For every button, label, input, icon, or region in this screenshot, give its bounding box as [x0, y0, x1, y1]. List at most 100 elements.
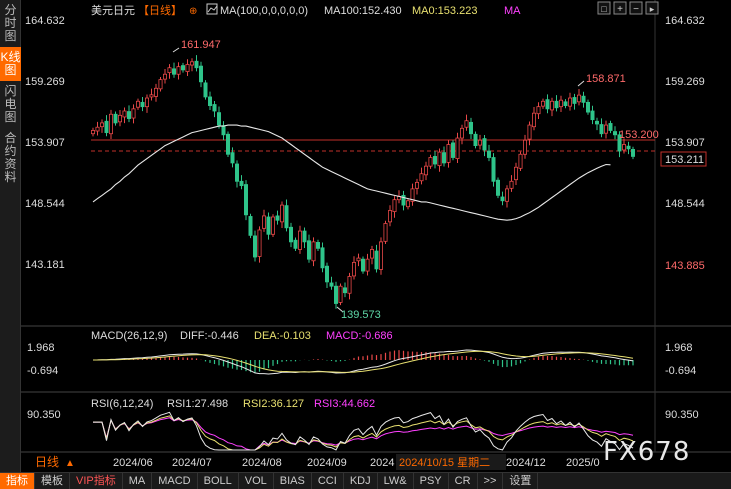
- candle-body: [599, 124, 604, 135]
- candle-body: [374, 250, 379, 270]
- candle-body: [275, 215, 280, 221]
- candle-body: [270, 216, 275, 235]
- current-annotation: 153.200: [619, 129, 659, 141]
- macd-right-top-tick: 1.968: [665, 342, 693, 354]
- tab-kdj[interactable]: KDJ: [344, 472, 378, 489]
- candle-body: [590, 110, 595, 121]
- candle-body: [302, 230, 307, 243]
- kline-chart[interactable]: 美元日元 【日线】 ⊕ MA(100,0,0,0,0,0) MA100:152.…: [21, 0, 731, 472]
- candle-body: [257, 229, 262, 257]
- candle-body: [234, 163, 239, 182]
- candle-body: [563, 101, 568, 106]
- candle-body: [500, 196, 505, 202]
- tab-bias[interactable]: BIAS: [274, 472, 312, 489]
- candle-body: [320, 247, 325, 269]
- tab-templates[interactable]: 模板: [35, 472, 70, 489]
- chart-area[interactable]: 美元日元 【日线】 ⊕ MA(100,0,0,0,0,0) MA100:152.…: [21, 0, 731, 472]
- left-tick-5: 143.181: [25, 259, 65, 271]
- candle-body: [145, 97, 150, 108]
- candle-body: [545, 99, 550, 110]
- time-axis: 2024/06 2024/07 2024/08 2024/09 2024 202…: [113, 457, 600, 469]
- tab-macd[interactable]: MACD: [152, 472, 198, 489]
- candle-body: [482, 138, 487, 151]
- candle-body: [428, 157, 433, 167]
- candle-body: [284, 205, 289, 229]
- candle-body: [153, 87, 158, 97]
- candle-body: [104, 120, 109, 134]
- candle-body: [248, 216, 253, 236]
- month-label: 2024/12: [506, 457, 546, 469]
- last-price-label: 153.211: [665, 154, 704, 166]
- candle-body: [189, 61, 194, 66]
- candle-body: [604, 124, 609, 134]
- candle-body: [122, 110, 127, 118]
- candle-body: [329, 282, 334, 287]
- low1-annotation: 139.573: [341, 309, 381, 321]
- candle-body: [288, 226, 293, 243]
- tab-indicators[interactable]: 指标: [0, 472, 35, 489]
- candle-body: [158, 79, 163, 90]
- tab-settings[interactable]: 设置: [503, 472, 539, 489]
- candle-body: [279, 204, 284, 223]
- candle-body: [176, 66, 181, 75]
- candle-body: [221, 125, 226, 136]
- candle-body: [495, 179, 500, 196]
- candle-body: [311, 241, 316, 262]
- candle-body: [342, 287, 347, 294]
- rsi-title: RSI(6,12,24): [91, 398, 153, 410]
- tab-boll[interactable]: BOLL: [198, 472, 239, 489]
- candle-body: [486, 150, 491, 158]
- left-tick-3: 153.907: [25, 137, 65, 149]
- tab-vol[interactable]: VOL: [239, 472, 274, 489]
- candle-body: [351, 262, 356, 277]
- low-price-label: 143.885: [665, 260, 705, 272]
- candle-body: [185, 64, 190, 72]
- candle-body: [622, 144, 627, 151]
- candle-body: [212, 104, 217, 112]
- time-period-label[interactable]: 日线: [35, 455, 59, 469]
- fx678-watermark: FX678: [603, 437, 691, 467]
- month-label: 2024/06: [113, 457, 153, 469]
- tab-contract-info[interactable]: 合约资料: [0, 128, 21, 188]
- candle-body: [230, 152, 235, 164]
- candle-body: [140, 101, 145, 108]
- candle-body: [586, 101, 591, 113]
- period-label[interactable]: 【日线】: [138, 3, 182, 17]
- tab-more[interactable]: >>: [478, 472, 504, 489]
- candle-body: [437, 151, 442, 167]
- macd-value: MACD:-0.686: [326, 330, 393, 342]
- macd-title: MACD(26,12,9): [91, 330, 167, 342]
- candle-body: [509, 180, 514, 189]
- tab-vip-indicators[interactable]: VIP指标: [70, 472, 123, 489]
- macd-left-top-tick: 1.968: [27, 342, 55, 354]
- tab-kline[interactable]: K线图: [0, 47, 21, 81]
- candle-body: [383, 223, 388, 242]
- right-tick-1: 164.632: [665, 15, 705, 27]
- candle-body: [432, 156, 437, 165]
- time-period-dropdown-icon[interactable]: ▲: [65, 458, 75, 469]
- tab-lwr[interactable]: LW&: [378, 472, 414, 489]
- tab-lightning[interactable]: 闪电图: [0, 81, 21, 128]
- tab-ma[interactable]: MA: [123, 472, 153, 489]
- tab-cci[interactable]: CCI: [312, 472, 344, 489]
- candlestick-series: [91, 55, 636, 309]
- ma100-value: MA100:152.430: [324, 5, 402, 17]
- symbol-name: 美元日元: [91, 4, 135, 17]
- candle-body: [356, 257, 361, 262]
- candle-body: [541, 100, 546, 107]
- period-dropdown-icon[interactable]: ⊕: [189, 6, 197, 17]
- rsi-left-top-tick: 90.350: [27, 409, 61, 421]
- candle-body: [266, 216, 271, 235]
- tab-cr[interactable]: CR: [449, 472, 478, 489]
- candle-body: [608, 123, 613, 131]
- candle-body: [446, 144, 451, 163]
- tab-psy[interactable]: PSY: [414, 472, 449, 489]
- candle-body: [631, 148, 636, 157]
- candle-body: [109, 113, 114, 135]
- candle-body: [162, 73, 167, 80]
- candle-body: [95, 126, 100, 132]
- tab-time-sharing[interactable]: 分时图: [0, 0, 21, 47]
- candle-body: [536, 106, 541, 115]
- candle-body: [369, 249, 374, 259]
- candle-body: [441, 152, 446, 164]
